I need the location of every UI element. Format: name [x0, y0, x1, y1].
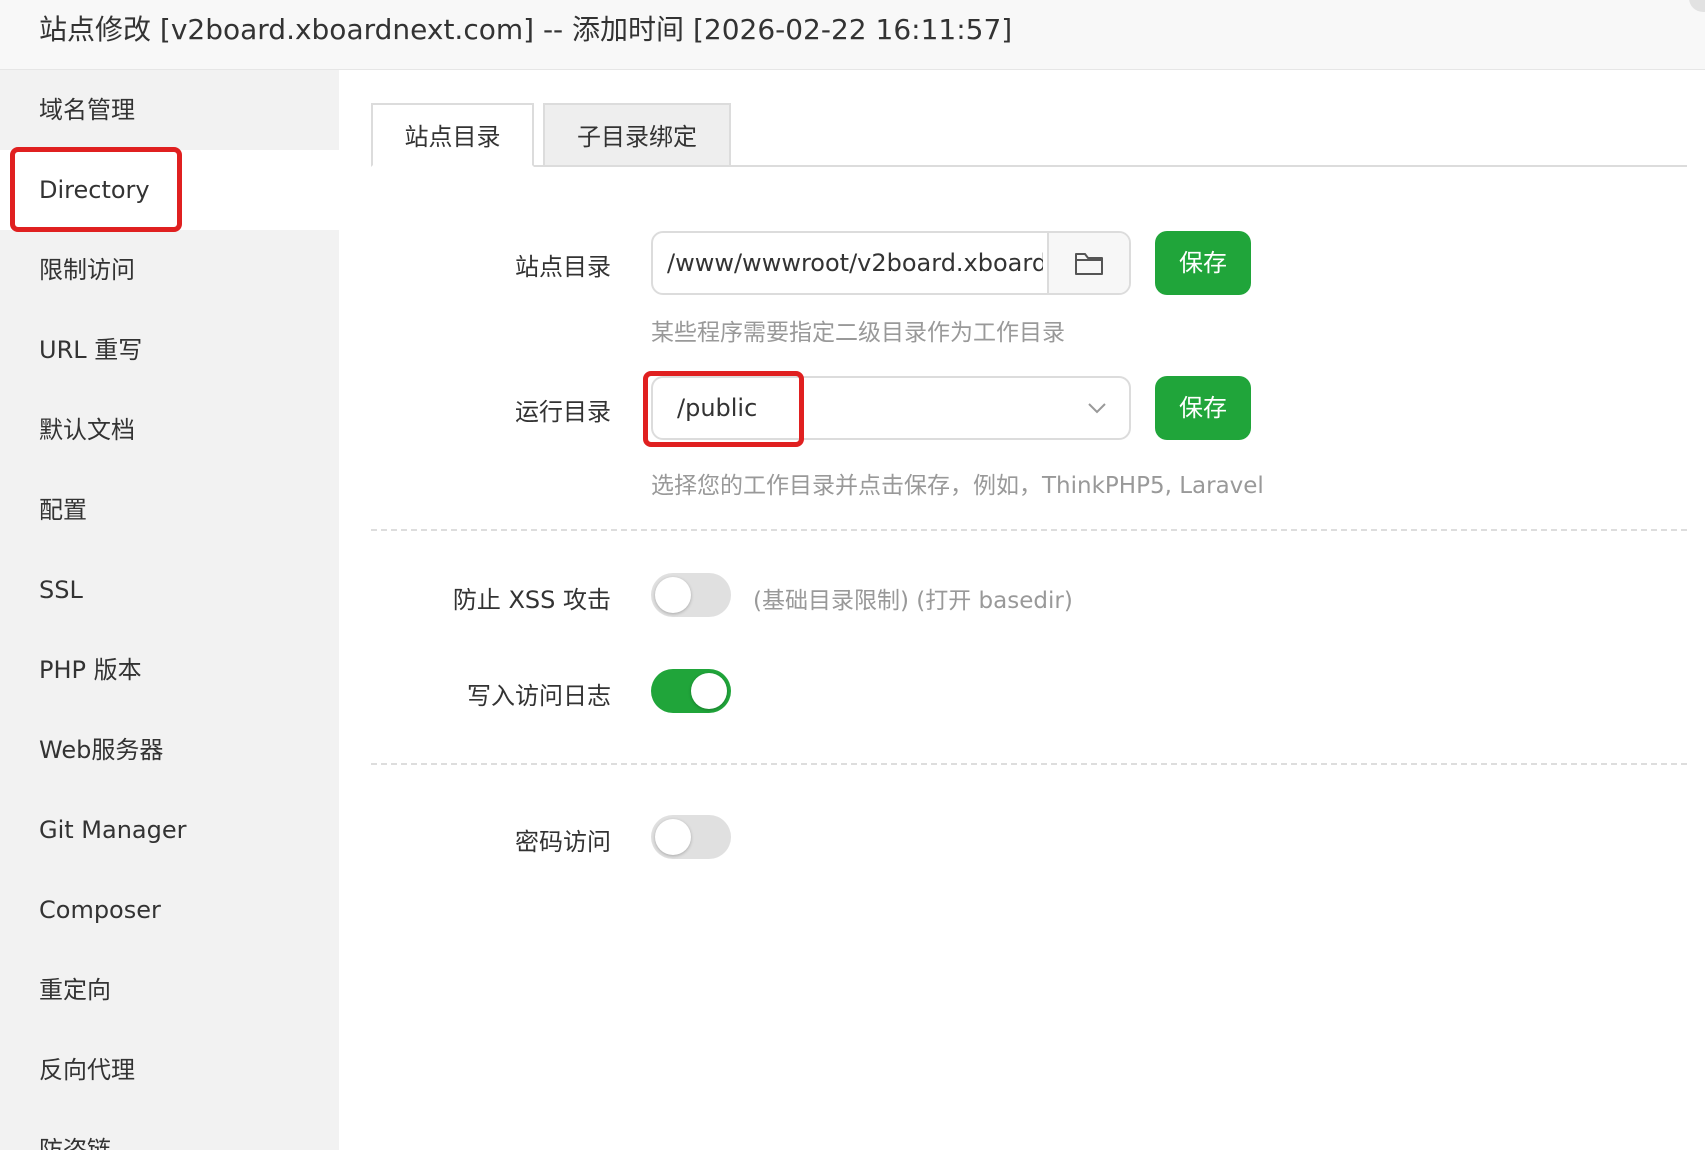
password-access-label: 密码访问: [515, 828, 611, 856]
sidebar-item-reverse-proxy[interactable]: 反向代理: [0, 1030, 339, 1110]
access-log-label: 写入访问日志: [467, 682, 611, 710]
sidebar-item-access-limit[interactable]: 限制访问: [0, 230, 339, 310]
tab-site-directory[interactable]: 站点目录: [371, 103, 534, 167]
site-edit-window: 站点修改 [v2board.xboardnext.com] -- 添加时间 [2…: [0, 0, 1705, 1150]
xss-toggle[interactable]: [651, 573, 731, 617]
toggle-knob: [655, 819, 691, 855]
run-dir-value: /public: [677, 394, 758, 422]
save-run-dir-button[interactable]: 保存: [1155, 376, 1251, 440]
sidebar-item-web-server[interactable]: Web服务器: [0, 710, 339, 790]
sidebar-item-git-manager[interactable]: Git Manager: [0, 790, 339, 870]
run-dir-label: 运行目录: [515, 398, 611, 426]
sidebar-item-url-rewrite[interactable]: URL 重写: [0, 310, 339, 390]
folder-icon: [1075, 253, 1103, 275]
close-button[interactable]: [1689, 0, 1705, 12]
toggle-knob: [655, 577, 691, 613]
sidebar-item-directory[interactable]: Directory: [0, 150, 339, 230]
folder-picker-button[interactable]: [1047, 233, 1129, 293]
tab-subdirectory-binding[interactable]: 子目录绑定: [543, 103, 731, 167]
site-dir-value[interactable]: /www/wwwroot/v2board.xboardnext.com: [667, 233, 1043, 293]
window-title: 站点修改 [v2board.xboardnext.com] -- 添加时间 [2…: [39, 13, 1013, 46]
xss-label: 防止 XSS 攻击: [452, 586, 611, 614]
sidebar-item-ssl[interactable]: SSL: [0, 550, 339, 630]
sidebar-item-php-version[interactable]: PHP 版本: [0, 630, 339, 710]
sidebar-item-composer[interactable]: Composer: [0, 870, 339, 950]
sidebar-item-hotlink-protection[interactable]: 防盗链: [0, 1110, 339, 1150]
save-site-dir-button[interactable]: 保存: [1155, 231, 1251, 295]
section-divider: [371, 763, 1687, 765]
site-dir-hint: 某些程序需要指定二级目录作为工作目录: [651, 320, 1065, 346]
run-dir-select[interactable]: /public: [651, 376, 1131, 440]
section-divider: [371, 529, 1687, 531]
sidebar: 域名管理 Directory 限制访问 URL 重写 默认文档 配置 SSL P…: [0, 70, 339, 1150]
tab-bar: 站点目录 子目录绑定: [371, 103, 1687, 167]
password-access-toggle[interactable]: [651, 815, 731, 859]
xss-note: (基础目录限制) (打开 basedir): [753, 588, 1073, 614]
chevron-down-icon: [1088, 403, 1106, 414]
toggle-knob: [691, 673, 727, 709]
sidebar-item-config[interactable]: 配置: [0, 470, 339, 550]
sidebar-item-default-doc[interactable]: 默认文档: [0, 390, 339, 470]
site-dir-label: 站点目录: [515, 253, 611, 281]
sidebar-item-domain[interactable]: 域名管理: [0, 70, 339, 150]
run-dir-hint: 选择您的工作目录并点击保存，例如，ThinkPHP5, Laravel: [651, 473, 1264, 499]
sidebar-item-redirect[interactable]: 重定向: [0, 950, 339, 1030]
title-bar: 站点修改 [v2board.xboardnext.com] -- 添加时间 [2…: [0, 0, 1705, 70]
access-log-toggle[interactable]: [651, 669, 731, 713]
site-dir-field[interactable]: /www/wwwroot/v2board.xboardnext.com: [651, 231, 1131, 295]
